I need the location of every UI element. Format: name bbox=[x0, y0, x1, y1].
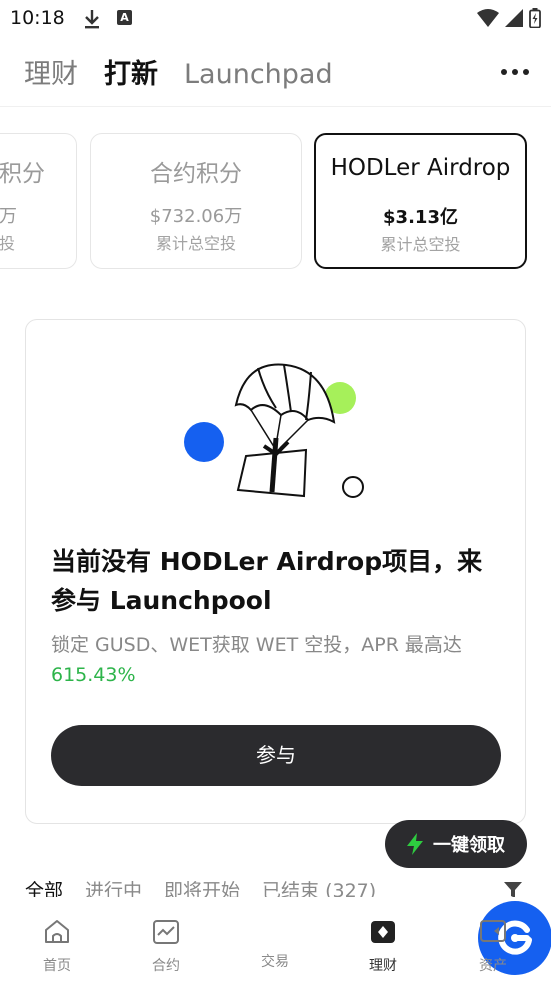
nav-label: 合约 bbox=[152, 958, 180, 974]
empty-state-card: 当前没有 HODLer Airdrop项目，来参与 Launchpool 锁定 … bbox=[25, 319, 526, 824]
more-dot-icon bbox=[523, 69, 529, 75]
nav-contract[interactable]: 合约 bbox=[131, 919, 201, 975]
card-value: $3.13亿 bbox=[383, 207, 458, 228]
card-title: 合约积分 bbox=[150, 161, 242, 187]
status-indicators bbox=[477, 8, 541, 28]
empty-state-title: 当前没有 HODLer Airdrop项目，来参与 Launchpool bbox=[51, 547, 483, 615]
more-dot-icon bbox=[512, 69, 518, 75]
nav-assets[interactable]: 资产 bbox=[458, 919, 528, 975]
card-title: 积分 bbox=[0, 161, 45, 187]
lightning-icon bbox=[407, 833, 423, 855]
nav-label: 理财 bbox=[369, 958, 397, 974]
nav-trade[interactable]: 交易 bbox=[240, 901, 551, 975]
more-menu-button[interactable] bbox=[501, 62, 529, 82]
chart-icon bbox=[153, 920, 179, 944]
empty-state-desc-text: 锁定 GUSD、WET获取 WET 空投，APR 最高达 bbox=[51, 634, 462, 656]
more-dot-icon bbox=[501, 69, 507, 75]
nav-home[interactable]: 首页 bbox=[22, 919, 92, 975]
home-icon bbox=[45, 920, 69, 943]
status-bar: 10:18 A bbox=[0, 0, 551, 38]
points-card-partial[interactable]: 积分 万 投 bbox=[0, 133, 77, 269]
apr-value: 615.43% bbox=[51, 664, 136, 686]
assets-icon bbox=[480, 920, 506, 942]
airdrop-parachute-illustration bbox=[184, 363, 364, 498]
tab-launchpad[interactable]: Launchpad bbox=[184, 59, 333, 90]
status-time: 10:18 bbox=[10, 7, 65, 29]
nav-label: 交易 bbox=[261, 954, 289, 970]
contract-points-card[interactable]: 合约积分 $732.06万 累计总空投 bbox=[90, 133, 302, 269]
tab-finance[interactable]: 理财 bbox=[24, 52, 78, 91]
join-button[interactable]: 参与 bbox=[51, 725, 501, 786]
top-tabs: 理财 打新 Launchpad bbox=[24, 52, 333, 91]
notification-a-icon: A bbox=[117, 10, 132, 25]
wifi-icon bbox=[477, 9, 499, 27]
nav-label: 首页 bbox=[43, 958, 71, 974]
tab-new-listings[interactable]: 打新 bbox=[104, 52, 158, 91]
nav-label: 资产 bbox=[479, 958, 507, 974]
card-subtitle: 累计总空投 bbox=[155, 234, 236, 253]
download-icon bbox=[85, 10, 99, 29]
nav-finance[interactable]: 理财 bbox=[348, 919, 418, 975]
empty-state-description: 锁定 GUSD、WET获取 WET 空投，APR 最高达 615.43% bbox=[51, 630, 506, 690]
card-subtitle: 投 bbox=[0, 234, 16, 253]
wallet-icon bbox=[371, 921, 395, 943]
card-title: HODLer Airdrop bbox=[330, 155, 511, 181]
header-divider bbox=[0, 106, 551, 107]
one-click-claim-button[interactable]: 一键领取 bbox=[385, 820, 527, 868]
card-subtitle: 累计总空投 bbox=[380, 235, 461, 254]
signal-icon bbox=[505, 9, 523, 27]
bottom-navigation: 首页 合约 交易 理财 资产 bbox=[0, 897, 551, 981]
battery-icon bbox=[529, 8, 541, 28]
hodler-airdrop-card[interactable]: HODLer Airdrop $3.13亿 累计总空投 bbox=[314, 133, 527, 269]
card-value: 万 bbox=[0, 206, 17, 227]
claim-label: 一键领取 bbox=[433, 835, 505, 856]
card-value: $732.06万 bbox=[149, 206, 243, 227]
